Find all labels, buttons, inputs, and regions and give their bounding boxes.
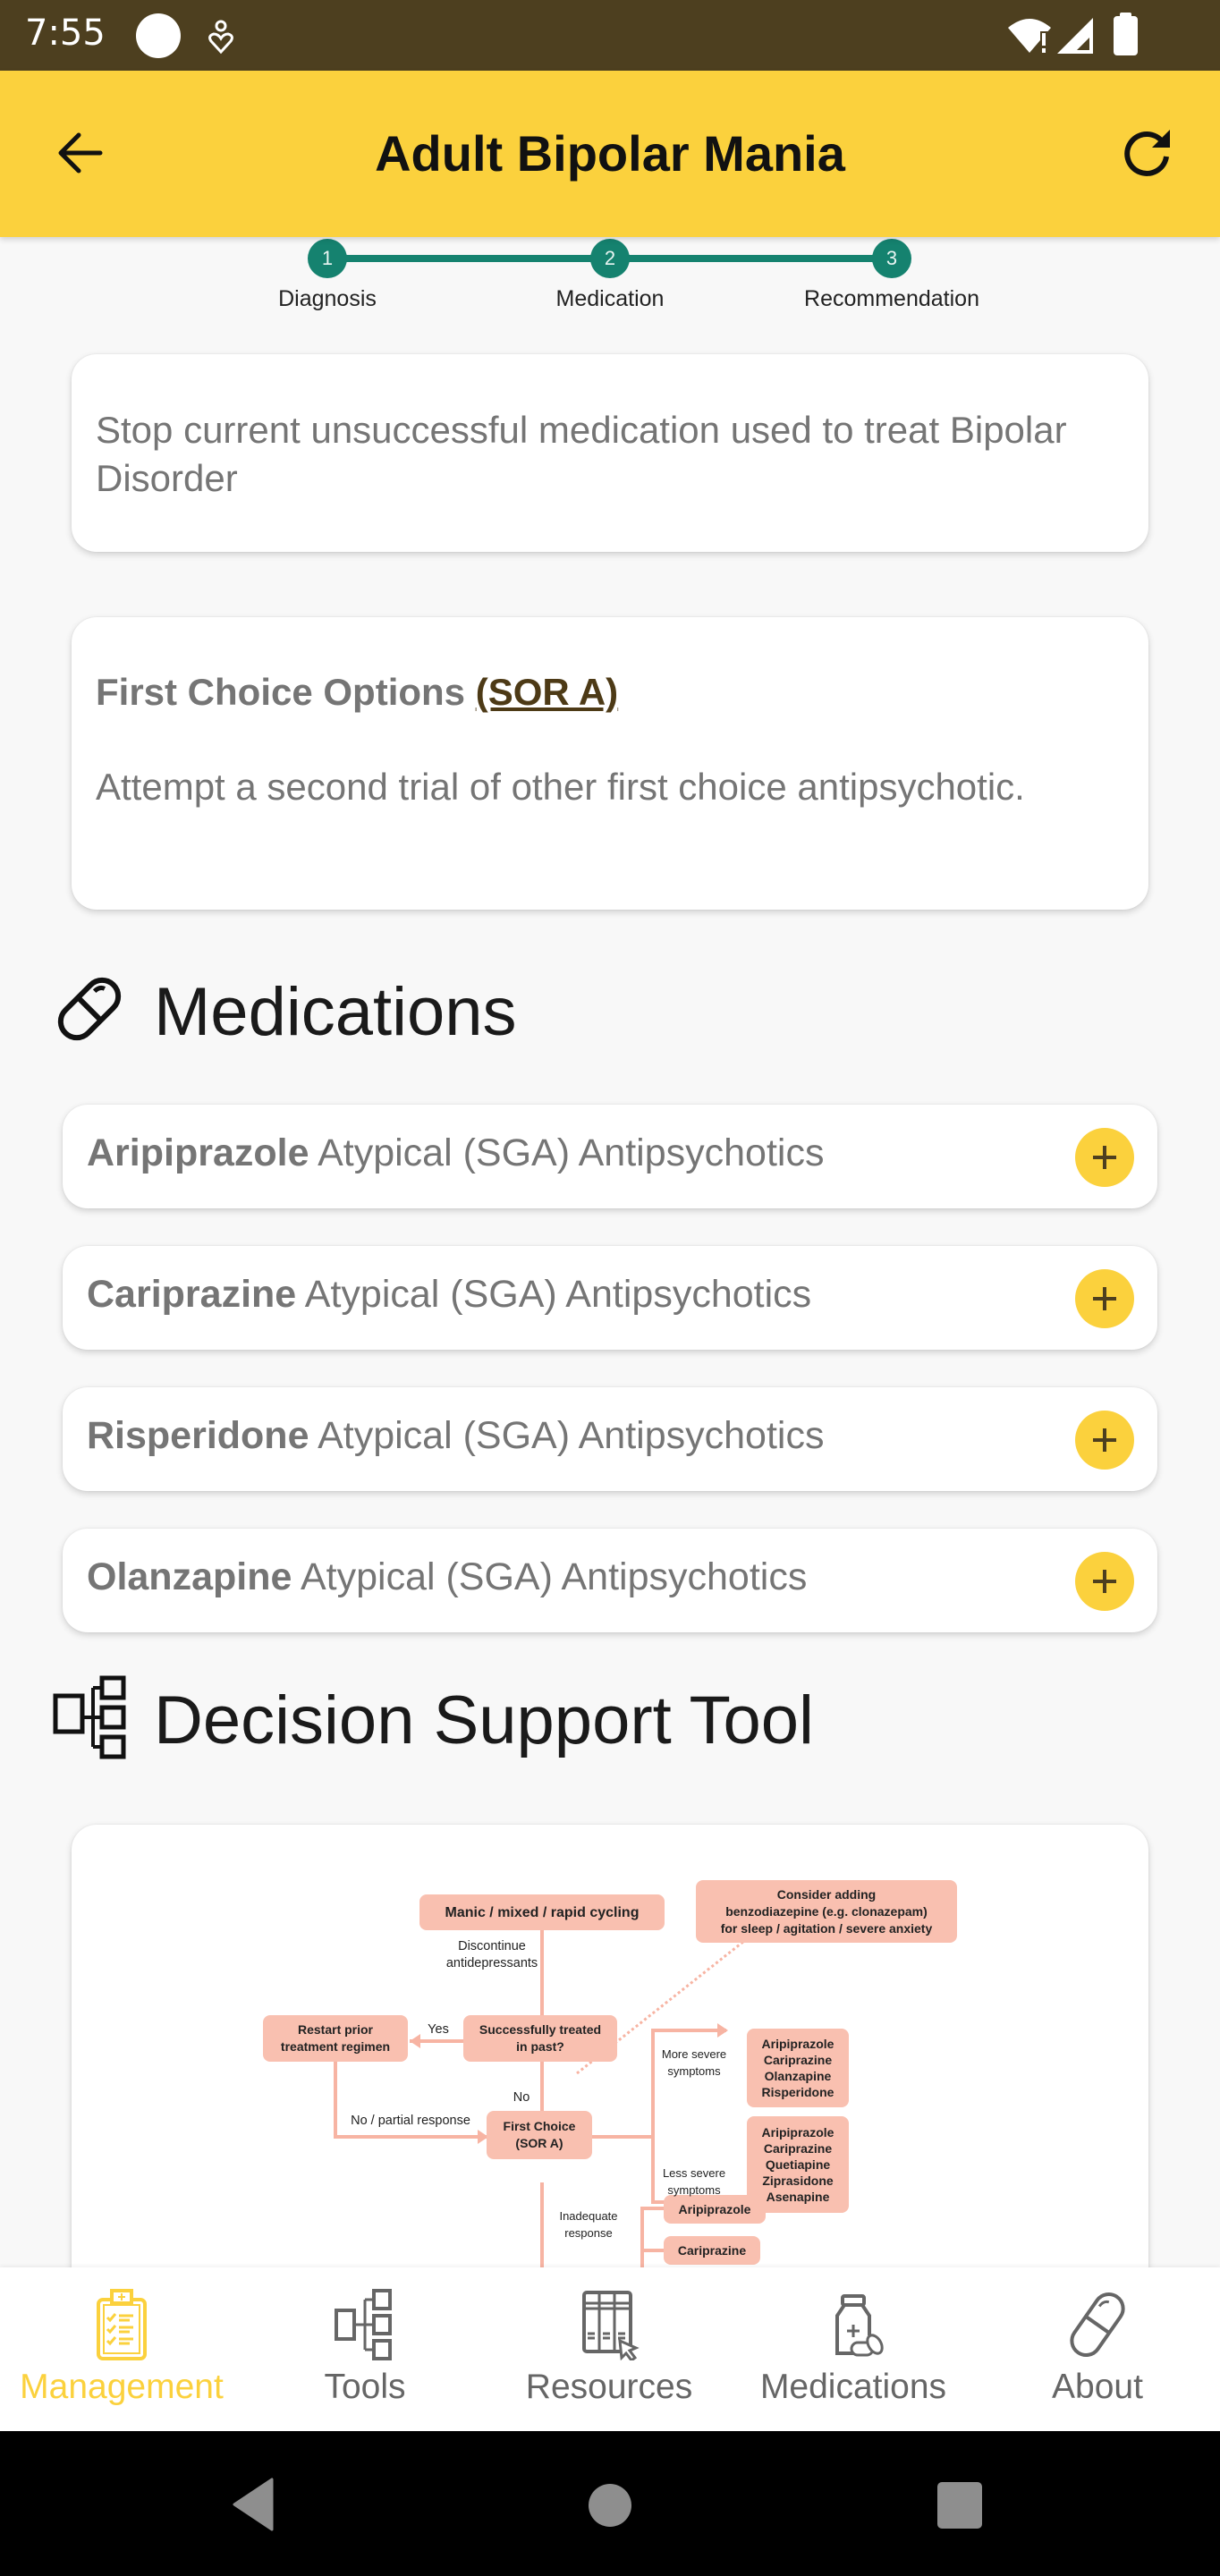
flow-label-yes: Yes <box>428 2022 449 2037</box>
medications-heading: Medications <box>154 974 517 1050</box>
medication-class: Atypical (SGA) Antipsychotics <box>304 1273 812 1316</box>
nav-about-label: About <box>1052 2368 1143 2406</box>
medication-class: Atypical (SGA) Antipsychotics <box>318 1131 825 1174</box>
nav-resources[interactable]: Resources <box>487 2267 731 2431</box>
clipboard-checklist-icon <box>97 2289 147 2360</box>
pill-icon <box>1070 2292 1125 2358</box>
instruction-text: Stop current unsuccessful medication use… <box>96 409 1067 499</box>
medicine-bottle-icon <box>835 2294 884 2357</box>
medication-label: Risperidone Atypical (SGA) Antipsychotic… <box>87 1414 824 1458</box>
nav-resources-label: Resources <box>525 2368 693 2406</box>
instruction-card: Stop current unsuccessful medication use… <box>72 354 1148 552</box>
add-medication-button[interactable] <box>1075 1128 1134 1187</box>
flowchart-icon <box>53 1675 126 1759</box>
wifi-alert-icon <box>1008 19 1053 55</box>
medication-row-olanzapine[interactable]: Olanzapine Atypical (SGA) Antipsychotics <box>63 1529 1157 1632</box>
step-1-label: Diagnosis <box>278 286 377 311</box>
circle-notification-icon <box>136 13 181 58</box>
first-choice-heading: First Choice Options (SOR A) <box>96 668 1113 716</box>
nav-about[interactable]: About <box>976 2267 1219 2431</box>
medication-row-cariprazine[interactable]: Cariprazine Atypical (SGA) Antipsychotic… <box>63 1246 1157 1350</box>
first-choice-card: First Choice Options (SOR A) Attempt a s… <box>72 617 1148 910</box>
nav-medications-label: Medications <box>759 2368 947 2406</box>
flow-label-more-severe: More severe symptoms <box>661 2047 727 2078</box>
flow-box-start: Manic / mixed / rapid cycling <box>419 1894 665 1930</box>
flow-box-restart: Restart prior treatment regimen <box>263 2015 408 2062</box>
refresh-icon[interactable] <box>1118 124 1175 182</box>
home-circle-icon[interactable] <box>589 2484 631 2527</box>
flow-box-second-aripiprazole: Aripiprazole <box>664 2195 766 2224</box>
medication-class: Atypical (SGA) Antipsychotics <box>318 1414 825 1457</box>
medication-name: Olanzapine <box>87 1555 292 1598</box>
page-title: Adult Bipolar Mania <box>375 125 845 182</box>
flow-label-less-severe: Less severe symptoms <box>662 2166 726 2197</box>
pill-icon <box>57 977 122 1041</box>
flowchart-icon <box>335 2289 392 2360</box>
accessibility-icon <box>208 20 233 55</box>
nav-management-label: Management <box>20 2368 224 2406</box>
step-2-circle[interactable]: 2 <box>590 239 630 278</box>
medication-row-risperidone[interactable]: Risperidone Atypical (SGA) Antipsychotic… <box>63 1387 1157 1491</box>
flow-box-first-choice: First Choice (SOR A) <box>487 2111 592 2159</box>
flow-label-inadequate: Inadequate response <box>559 2209 618 2240</box>
decision-tool-heading: Decision Support Tool <box>154 1682 814 1758</box>
flow-box-success: Successfully treated in past? <box>463 2015 617 2062</box>
app-bar: Adult Bipolar Mania <box>0 71 1220 237</box>
step-2-label: Medication <box>555 286 665 311</box>
step-1-circle[interactable]: 1 <box>308 239 347 278</box>
flow-box-second-cariprazine: Cariprazine <box>664 2236 760 2265</box>
recents-square-icon[interactable] <box>937 2482 982 2529</box>
back-triangle-icon[interactable] <box>231 2478 275 2531</box>
medication-class: Atypical (SGA) Antipsychotics <box>300 1555 808 1598</box>
nav-tools-label: Tools <box>324 2368 406 2406</box>
bottom-navigation: Management Tools Resources Medications A… <box>0 2267 1220 2431</box>
battery-icon <box>1114 13 1138 55</box>
medication-label: Aripiprazole Atypical (SGA) Antipsychoti… <box>87 1131 824 1175</box>
progress-stepper: 1 2 3 Diagnosis Medication Recommendatio… <box>0 237 1220 326</box>
flow-label-no: No <box>513 2090 530 2105</box>
flow-box-benzodiazepine: Consider adding benzodiazepine (e.g. clo… <box>696 1880 957 1943</box>
flow-box-more-severe-meds: Aripiprazole Cariprazine Olanzapine Risp… <box>747 2029 849 2107</box>
medication-label: Cariprazine Atypical (SGA) Antipsychotic… <box>87 1273 811 1317</box>
binders-cursor-icon <box>582 2291 640 2360</box>
medication-label: Olanzapine Atypical (SGA) Antipsychotics <box>87 1555 807 1599</box>
step-3-label: Recommendation <box>804 286 979 311</box>
add-medication-button[interactable] <box>1075 1552 1134 1611</box>
medication-name: Aripiprazole <box>87 1131 309 1174</box>
step-3-circle[interactable]: 3 <box>872 239 911 278</box>
status-bar: 7:55 <box>0 0 1220 71</box>
step-connector <box>327 255 610 262</box>
nav-tools[interactable]: Tools <box>243 2267 487 2431</box>
system-navigation-bar <box>0 2431 1220 2576</box>
medication-name: Risperidone <box>87 1414 309 1457</box>
add-medication-button[interactable] <box>1075 1411 1134 1470</box>
medication-name: Cariprazine <box>87 1273 297 1316</box>
nav-management[interactable]: Management <box>0 2267 243 2431</box>
flow-label-partial-response: No / partial response <box>351 2114 470 2128</box>
medication-row-aripiprazole[interactable]: Aripiprazole Atypical (SGA) Antipsychoti… <box>63 1105 1157 1208</box>
nav-medications[interactable]: Medications <box>732 2267 975 2431</box>
cell-signal-icon <box>1057 18 1093 54</box>
first-choice-text: Attempt a second trial of other first ch… <box>96 766 1025 808</box>
flow-label-discontinue: Discontinue antidepressants <box>445 1939 538 1970</box>
step-connector <box>610 255 892 262</box>
status-time: 7:55 <box>25 13 106 54</box>
sor-a-link[interactable]: (SOR A) <box>476 671 618 713</box>
first-choice-title: First Choice Options <box>96 671 466 713</box>
add-medication-button[interactable] <box>1075 1269 1134 1328</box>
